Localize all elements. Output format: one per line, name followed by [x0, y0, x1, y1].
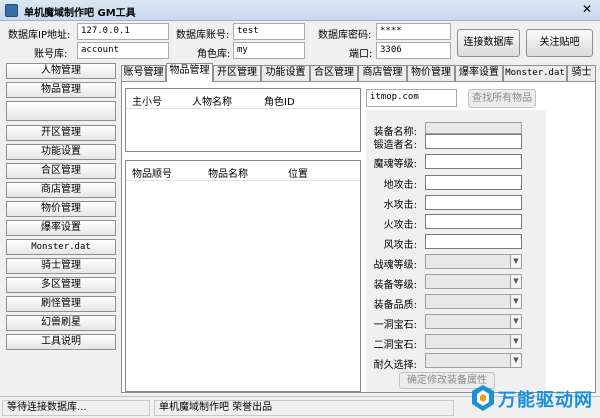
tab-knight[interactable]: 骑士 [567, 65, 596, 81]
chevron-down-icon[interactable]: ▼ [510, 255, 521, 268]
sidebar-item-pet-star[interactable]: 幻兽刷星 [6, 315, 116, 331]
chevron-down-icon[interactable]: ▼ [510, 354, 521, 367]
column-header[interactable]: 物品名称 [208, 165, 248, 180]
sidebar-item-price[interactable]: 物价管理 [6, 201, 116, 217]
db-password-label: 数据库密码: [318, 30, 372, 41]
durability-select[interactable]: ▼ [425, 353, 522, 368]
chevron-down-icon[interactable]: ▼ [510, 295, 521, 308]
tab-account[interactable]: 账号管理 [121, 65, 166, 81]
war-soul-level-select[interactable]: ▼ [425, 254, 522, 269]
sidebar-item-items[interactable]: 物品管理 [6, 82, 116, 98]
column-header[interactable]: 物品顺号 [132, 165, 172, 180]
item-list[interactable]: 物品顺号 物品名称 位置 [125, 160, 361, 392]
db-ip-label: 数据库IP地址: [8, 30, 71, 41]
forger-name-input[interactable] [425, 134, 522, 149]
role-list[interactable]: 主小号 人物名称 角色ID [125, 88, 361, 152]
status-text: 等待连接数据库... [2, 400, 150, 416]
chevron-down-icon[interactable]: ▼ [510, 315, 521, 328]
sidebar-item-knight[interactable]: 骑士管理 [6, 258, 116, 274]
equip-level-label: 装备等级: [373, 280, 417, 291]
port-label: 端口: [349, 49, 373, 60]
tab-open-server[interactable]: 开区管理 [213, 65, 261, 81]
window-title: 单机魔域制作吧 GM工具 [24, 8, 136, 19]
tab-monster-dat[interactable]: Monster.dat [503, 65, 567, 81]
earth-attack-label: 地攻击: [383, 180, 417, 191]
find-all-items-button[interactable]: 查找所有物品 [468, 89, 536, 108]
gem-hole-1-label: 一洞宝石: [373, 320, 417, 331]
equip-level-select[interactable]: ▼ [425, 274, 522, 289]
account-db-input[interactable]: account [77, 42, 169, 59]
sidebar-item-shop[interactable]: 商店管理 [6, 182, 116, 198]
connect-db-button[interactable]: 连接数据库 [457, 29, 520, 57]
sidebar-item-merge[interactable]: 合区管理 [6, 163, 116, 179]
tab-shop[interactable]: 商店管理 [358, 65, 407, 81]
sidebar-item-character[interactable]: 人物管理 [6, 63, 116, 79]
equip-quality-select[interactable]: ▼ [425, 294, 522, 309]
war-soul-level-label: 战魂等级: [373, 260, 417, 271]
fire-attack-label: 火攻击: [383, 220, 417, 231]
watermark-text: 万能驱动网 [498, 390, 593, 411]
item-search-input[interactable]: itmop.com [366, 89, 457, 107]
follow-tieba-button[interactable]: 关注贴吧 [526, 29, 593, 57]
forger-name-label: 锻造者名: [373, 140, 417, 151]
sidebar-item-help[interactable]: 工具说明 [6, 334, 116, 350]
role-db-input[interactable]: my [233, 42, 305, 59]
equip-name-field [425, 122, 522, 134]
sidebar-item-settings[interactable]: 功能设置 [6, 144, 116, 160]
column-header[interactable]: 主小号 [132, 93, 162, 108]
durability-label: 耐久选择: [373, 360, 417, 371]
column-header[interactable]: 人物名称 [192, 93, 232, 108]
sidebar-item-multi-server[interactable]: 多区管理 [6, 277, 116, 293]
account-db-label: 账号库: [34, 49, 68, 60]
db-password-input[interactable]: **** [376, 23, 451, 40]
gem-hole-2-label: 二洞宝石: [373, 340, 417, 351]
item-list-header: 物品顺号 物品名称 位置 [126, 161, 360, 181]
credit-text: 单机魔域制作吧 荣誉出品 [154, 400, 454, 416]
sidebar-item-drop-rate[interactable]: 爆率设置 [6, 220, 116, 236]
db-account-input[interactable]: test [233, 23, 305, 40]
soul-level-label: 魔魂等级: [373, 159, 417, 170]
tab-settings[interactable]: 功能设置 [261, 65, 310, 81]
title-bar: 单机魔域制作吧 GM工具 ✕ [0, 0, 600, 21]
column-header[interactable]: 位置 [288, 165, 308, 180]
db-account-label: 数据库账号: [176, 30, 230, 41]
soul-level-input[interactable] [425, 154, 522, 169]
sidebar-item-open-server[interactable]: 开区管理 [6, 125, 116, 141]
wind-attack-input[interactable] [425, 234, 522, 249]
app-icon [5, 4, 18, 17]
role-list-header: 主小号 人物名称 角色ID [126, 89, 360, 109]
chevron-down-icon[interactable]: ▼ [510, 335, 521, 348]
tab-drop-rate[interactable]: 爆率设置 [455, 65, 503, 81]
db-ip-input[interactable]: 127.0.0.1 [77, 23, 169, 40]
sidebar-item-spawn[interactable]: 刷怪管理 [6, 296, 116, 312]
gem-hole-1-select[interactable]: ▼ [425, 314, 522, 329]
equip-quality-label: 装备品质: [373, 300, 417, 311]
chevron-down-icon[interactable]: ▼ [510, 275, 521, 288]
earth-attack-input[interactable] [425, 175, 522, 190]
close-icon[interactable]: ✕ [578, 2, 596, 18]
fire-attack-input[interactable] [425, 214, 522, 229]
wind-attack-label: 风攻击: [383, 240, 417, 251]
column-header[interactable]: 角色ID [264, 93, 295, 108]
port-input[interactable]: 3306 [376, 42, 451, 59]
gem-hole-2-select[interactable]: ▼ [425, 334, 522, 349]
water-attack-input[interactable] [425, 195, 522, 210]
tab-price[interactable]: 物价管理 [407, 65, 455, 81]
sidebar-item-monster-dat[interactable]: Monster.dat [6, 239, 116, 255]
watermark-logo-icon [472, 385, 494, 411]
water-attack-label: 水攻击: [383, 200, 417, 211]
tab-items[interactable]: 物品管理 [166, 63, 213, 82]
tab-merge[interactable]: 合区管理 [310, 65, 358, 81]
role-db-label: 角色库: [197, 49, 231, 60]
sidebar-item-blank[interactable] [6, 101, 116, 121]
